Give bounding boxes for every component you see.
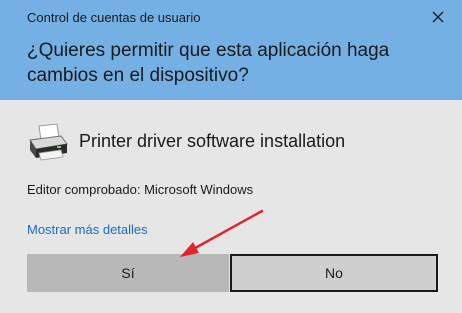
app-name: Printer driver software installation xyxy=(79,131,346,151)
close-icon xyxy=(432,11,444,23)
no-button-label: No xyxy=(325,265,343,281)
yes-button-label: Sí xyxy=(121,265,135,281)
show-details-link[interactable]: Mostrar más detalles xyxy=(27,222,148,237)
window-title: Control de cuentas de usuario xyxy=(27,10,201,25)
printer-icon xyxy=(29,123,68,161)
yes-button[interactable]: Sí xyxy=(27,254,229,292)
no-button[interactable]: No xyxy=(230,254,438,292)
permission-question: ¿Quieres permitir que esta aplicación ha… xyxy=(27,40,390,86)
dialog-header: Control de cuentas de usuario ¿Quieres p… xyxy=(0,0,462,100)
close-button[interactable] xyxy=(422,4,456,30)
uac-dialog: Control de cuentas de usuario ¿Quieres p… xyxy=(0,0,462,313)
verified-publisher: Editor comprobado: Microsoft Windows xyxy=(27,182,254,197)
